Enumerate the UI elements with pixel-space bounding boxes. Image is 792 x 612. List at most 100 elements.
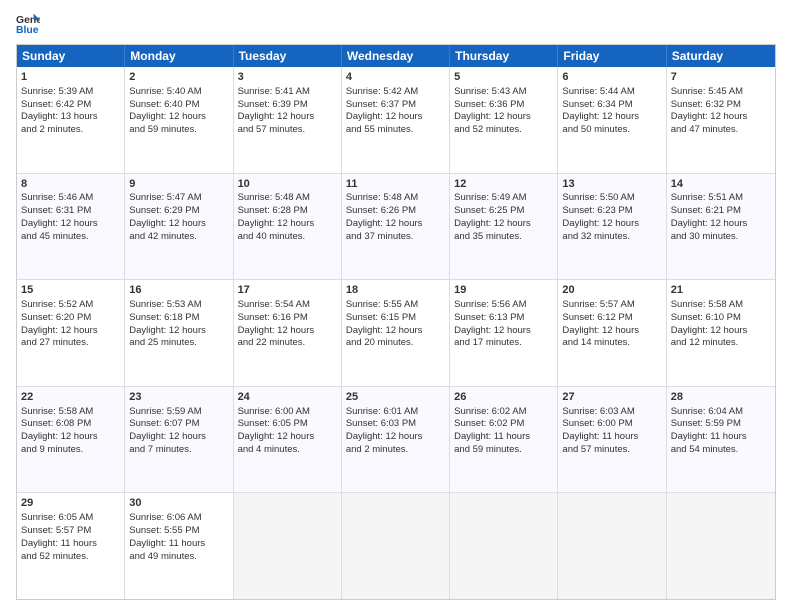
calendar-week-row: 1Sunrise: 5:39 AM Sunset: 6:42 PM Daylig…	[17, 67, 775, 173]
page: General Blue SundayMondayTuesdayWednesda…	[0, 0, 792, 612]
day-info: Sunrise: 5:58 AM Sunset: 6:10 PM Dayligh…	[671, 299, 771, 350]
day-number: 18	[346, 283, 445, 298]
day-info: Sunrise: 6:06 AM Sunset: 5:55 PM Dayligh…	[129, 512, 228, 563]
calendar-day-cell: 7Sunrise: 5:45 AM Sunset: 6:32 PM Daylig…	[667, 67, 775, 173]
calendar-day-cell: 17Sunrise: 5:54 AM Sunset: 6:16 PM Dayli…	[234, 280, 342, 386]
day-number: 13	[562, 177, 661, 192]
day-number: 19	[454, 283, 553, 298]
day-info: Sunrise: 5:59 AM Sunset: 6:07 PM Dayligh…	[129, 406, 228, 457]
calendar-day-cell: 23Sunrise: 5:59 AM Sunset: 6:07 PM Dayli…	[125, 387, 233, 493]
calendar-week-row: 8Sunrise: 5:46 AM Sunset: 6:31 PM Daylig…	[17, 173, 775, 280]
calendar-day-cell: 19Sunrise: 5:56 AM Sunset: 6:13 PM Dayli…	[450, 280, 558, 386]
day-info: Sunrise: 6:02 AM Sunset: 6:02 PM Dayligh…	[454, 406, 553, 457]
calendar-day-cell: 21Sunrise: 5:58 AM Sunset: 6:10 PM Dayli…	[667, 280, 775, 386]
calendar-day-cell: 6Sunrise: 5:44 AM Sunset: 6:34 PM Daylig…	[558, 67, 666, 173]
calendar-day-cell: 14Sunrise: 5:51 AM Sunset: 6:21 PM Dayli…	[667, 174, 775, 280]
day-info: Sunrise: 5:41 AM Sunset: 6:39 PM Dayligh…	[238, 86, 337, 137]
calendar-body: 1Sunrise: 5:39 AM Sunset: 6:42 PM Daylig…	[17, 67, 775, 599]
day-number: 1	[21, 70, 120, 85]
day-info: Sunrise: 5:40 AM Sunset: 6:40 PM Dayligh…	[129, 86, 228, 137]
calendar-day-cell: 4Sunrise: 5:42 AM Sunset: 6:37 PM Daylig…	[342, 67, 450, 173]
day-info: Sunrise: 5:48 AM Sunset: 6:28 PM Dayligh…	[238, 192, 337, 243]
day-number: 11	[346, 177, 445, 192]
day-number: 10	[238, 177, 337, 192]
day-info: Sunrise: 5:51 AM Sunset: 6:21 PM Dayligh…	[671, 192, 771, 243]
day-number: 29	[21, 496, 120, 511]
calendar-day-cell: 29Sunrise: 6:05 AM Sunset: 5:57 PM Dayli…	[17, 493, 125, 599]
day-number: 7	[671, 70, 771, 85]
day-info: Sunrise: 5:56 AM Sunset: 6:13 PM Dayligh…	[454, 299, 553, 350]
day-info: Sunrise: 5:49 AM Sunset: 6:25 PM Dayligh…	[454, 192, 553, 243]
day-number: 27	[562, 390, 661, 405]
day-info: Sunrise: 5:43 AM Sunset: 6:36 PM Dayligh…	[454, 86, 553, 137]
day-info: Sunrise: 5:44 AM Sunset: 6:34 PM Dayligh…	[562, 86, 661, 137]
day-info: Sunrise: 5:54 AM Sunset: 6:16 PM Dayligh…	[238, 299, 337, 350]
day-of-week-header: Friday	[558, 45, 666, 67]
day-number: 14	[671, 177, 771, 192]
calendar-day-cell: 15Sunrise: 5:52 AM Sunset: 6:20 PM Dayli…	[17, 280, 125, 386]
empty-cell	[234, 493, 342, 599]
day-number: 8	[21, 177, 120, 192]
calendar: SundayMondayTuesdayWednesdayThursdayFrid…	[16, 44, 776, 600]
day-number: 22	[21, 390, 120, 405]
calendar-day-cell: 13Sunrise: 5:50 AM Sunset: 6:23 PM Dayli…	[558, 174, 666, 280]
svg-text:Blue: Blue	[16, 25, 39, 36]
day-number: 17	[238, 283, 337, 298]
day-number: 23	[129, 390, 228, 405]
calendar-day-cell: 25Sunrise: 6:01 AM Sunset: 6:03 PM Dayli…	[342, 387, 450, 493]
day-info: Sunrise: 5:42 AM Sunset: 6:37 PM Dayligh…	[346, 86, 445, 137]
calendar-day-cell: 12Sunrise: 5:49 AM Sunset: 6:25 PM Dayli…	[450, 174, 558, 280]
day-number: 21	[671, 283, 771, 298]
day-info: Sunrise: 6:05 AM Sunset: 5:57 PM Dayligh…	[21, 512, 120, 563]
day-info: Sunrise: 6:03 AM Sunset: 6:00 PM Dayligh…	[562, 406, 661, 457]
calendar-day-cell: 9Sunrise: 5:47 AM Sunset: 6:29 PM Daylig…	[125, 174, 233, 280]
day-of-week-header: Wednesday	[342, 45, 450, 67]
logo: General Blue	[16, 12, 40, 36]
day-number: 30	[129, 496, 228, 511]
day-of-week-header: Thursday	[450, 45, 558, 67]
day-info: Sunrise: 5:46 AM Sunset: 6:31 PM Dayligh…	[21, 192, 120, 243]
calendar-day-cell: 18Sunrise: 5:55 AM Sunset: 6:15 PM Dayli…	[342, 280, 450, 386]
day-number: 2	[129, 70, 228, 85]
calendar-day-cell: 2Sunrise: 5:40 AM Sunset: 6:40 PM Daylig…	[125, 67, 233, 173]
day-of-week-header: Tuesday	[234, 45, 342, 67]
day-info: Sunrise: 5:58 AM Sunset: 6:08 PM Dayligh…	[21, 406, 120, 457]
calendar-day-cell: 16Sunrise: 5:53 AM Sunset: 6:18 PM Dayli…	[125, 280, 233, 386]
calendar-day-cell: 5Sunrise: 5:43 AM Sunset: 6:36 PM Daylig…	[450, 67, 558, 173]
day-info: Sunrise: 5:45 AM Sunset: 6:32 PM Dayligh…	[671, 86, 771, 137]
day-info: Sunrise: 5:50 AM Sunset: 6:23 PM Dayligh…	[562, 192, 661, 243]
day-number: 9	[129, 177, 228, 192]
header: General Blue	[16, 12, 776, 36]
day-of-week-header: Monday	[125, 45, 233, 67]
empty-cell	[450, 493, 558, 599]
day-info: Sunrise: 6:01 AM Sunset: 6:03 PM Dayligh…	[346, 406, 445, 457]
day-of-week-header: Sunday	[17, 45, 125, 67]
calendar-week-row: 22Sunrise: 5:58 AM Sunset: 6:08 PM Dayli…	[17, 386, 775, 493]
day-info: Sunrise: 6:00 AM Sunset: 6:05 PM Dayligh…	[238, 406, 337, 457]
day-number: 3	[238, 70, 337, 85]
day-info: Sunrise: 5:57 AM Sunset: 6:12 PM Dayligh…	[562, 299, 661, 350]
day-number: 12	[454, 177, 553, 192]
day-number: 26	[454, 390, 553, 405]
day-info: Sunrise: 5:53 AM Sunset: 6:18 PM Dayligh…	[129, 299, 228, 350]
calendar-day-cell: 10Sunrise: 5:48 AM Sunset: 6:28 PM Dayli…	[234, 174, 342, 280]
logo-icon: General Blue	[16, 12, 40, 36]
day-info: Sunrise: 5:47 AM Sunset: 6:29 PM Dayligh…	[129, 192, 228, 243]
calendar-day-cell: 27Sunrise: 6:03 AM Sunset: 6:00 PM Dayli…	[558, 387, 666, 493]
day-info: Sunrise: 5:55 AM Sunset: 6:15 PM Dayligh…	[346, 299, 445, 350]
day-info: Sunrise: 6:04 AM Sunset: 5:59 PM Dayligh…	[671, 406, 771, 457]
calendar-week-row: 15Sunrise: 5:52 AM Sunset: 6:20 PM Dayli…	[17, 279, 775, 386]
empty-cell	[558, 493, 666, 599]
day-number: 20	[562, 283, 661, 298]
calendar-day-cell: 11Sunrise: 5:48 AM Sunset: 6:26 PM Dayli…	[342, 174, 450, 280]
calendar-day-cell: 20Sunrise: 5:57 AM Sunset: 6:12 PM Dayli…	[558, 280, 666, 386]
day-number: 15	[21, 283, 120, 298]
day-of-week-header: Saturday	[667, 45, 775, 67]
calendar-day-cell: 8Sunrise: 5:46 AM Sunset: 6:31 PM Daylig…	[17, 174, 125, 280]
day-number: 25	[346, 390, 445, 405]
day-info: Sunrise: 5:39 AM Sunset: 6:42 PM Dayligh…	[21, 86, 120, 137]
day-number: 24	[238, 390, 337, 405]
day-info: Sunrise: 5:52 AM Sunset: 6:20 PM Dayligh…	[21, 299, 120, 350]
empty-cell	[667, 493, 775, 599]
day-number: 16	[129, 283, 228, 298]
